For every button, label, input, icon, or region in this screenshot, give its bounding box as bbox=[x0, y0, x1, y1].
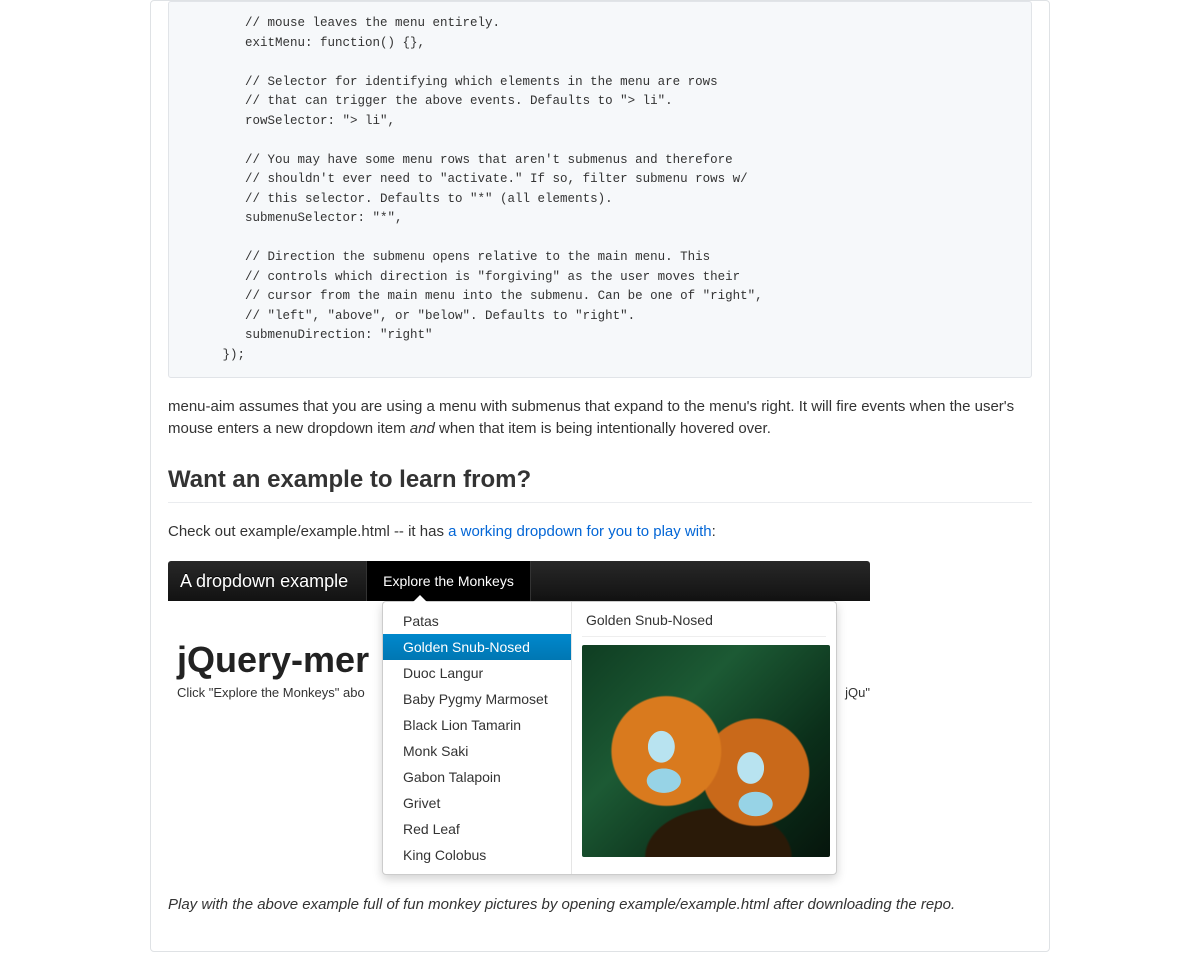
example-screenshot: A dropdown example Explore the Monkeys j… bbox=[168, 561, 870, 876]
example-menu-item[interactable]: Gabon Talapoin bbox=[383, 764, 571, 790]
para1-text-after: when that item is being intentionally ho… bbox=[435, 420, 771, 437]
example-dropdown: PatasGolden Snub-NosedDuoc LangurBaby Py… bbox=[382, 601, 837, 875]
example-nav-brand: A dropdown example bbox=[168, 561, 366, 601]
paragraph-intro: menu-aim assumes that you are using a me… bbox=[168, 396, 1032, 440]
section-heading-example: Want an example to learn from? bbox=[168, 466, 1032, 503]
example-navbar: A dropdown example Explore the Monkeys bbox=[168, 561, 870, 601]
example-menu-item[interactable]: Patas bbox=[383, 608, 571, 634]
example-bg-text: Click "Explore the Monkeys" abo bbox=[177, 685, 365, 700]
example-menu-item[interactable]: Red Leaf bbox=[383, 816, 571, 842]
example-bg-heading: jQuery-mer bbox=[177, 639, 369, 681]
para2-text-after: : bbox=[712, 523, 716, 540]
example-menu-item[interactable]: Golden Snub-Nosed bbox=[383, 634, 571, 660]
example-dropdown-list: PatasGolden Snub-NosedDuoc LangurBaby Py… bbox=[383, 602, 572, 874]
example-menu-item[interactable]: King Colobus bbox=[383, 842, 571, 868]
code-block[interactable]: // mouse leaves the menu entirely. exitM… bbox=[168, 1, 1032, 378]
example-menu-item[interactable]: Grivet bbox=[383, 790, 571, 816]
paragraph-example-intro: Check out example/example.html -- it has… bbox=[168, 521, 1032, 543]
example-menu-item[interactable]: Black Lion Tamarin bbox=[383, 712, 571, 738]
para2-text-before: Check out example/example.html -- it has bbox=[168, 523, 448, 540]
example-menu-item[interactable]: Baby Pygmy Marmoset bbox=[383, 686, 571, 712]
example-link[interactable]: a working dropdown for you to play with bbox=[448, 523, 711, 540]
example-menu-item[interactable]: Duoc Langur bbox=[383, 660, 571, 686]
example-panel-title: Golden Snub-Nosed bbox=[582, 610, 826, 637]
example-caption: Play with the above example full of fun … bbox=[168, 894, 1032, 916]
monkey-image bbox=[582, 645, 830, 857]
readme-card: // mouse leaves the menu entirely. exitM… bbox=[150, 0, 1050, 952]
example-menu-item[interactable]: Monk Saki bbox=[383, 738, 571, 764]
example-dropdown-panel: Golden Snub-Nosed bbox=[572, 602, 836, 874]
example-nav-item-explore[interactable]: Explore the Monkeys bbox=[366, 561, 531, 601]
para1-emphasis: and bbox=[410, 420, 435, 437]
